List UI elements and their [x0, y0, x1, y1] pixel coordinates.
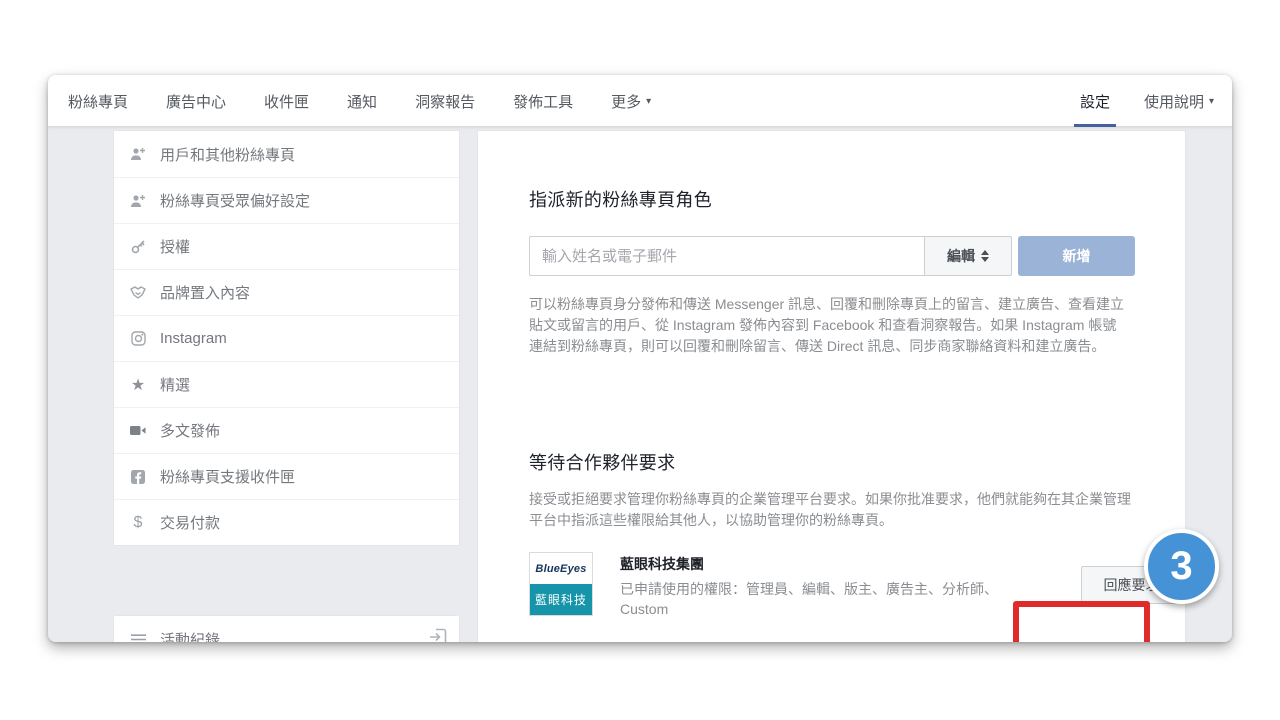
sidebar-item-authorizations[interactable]: 授權: [114, 223, 459, 269]
sidebar-item-activity-log[interactable]: 活動紀錄: [114, 616, 459, 642]
role-search-input[interactable]: [529, 236, 924, 276]
chevron-down-icon: ▾: [646, 96, 651, 107]
nav-item-notifications[interactable]: 通知: [347, 75, 377, 127]
annotation-step-badge: 3: [1144, 529, 1219, 604]
nav-item-publishing-tools[interactable]: 發佈工具: [513, 75, 573, 127]
role-dropdown-value: 編輯: [947, 246, 975, 266]
chevron-down-icon: ▾: [1209, 96, 1214, 107]
settings-active-indicator: [1074, 124, 1116, 127]
partner-requests-title: 等待合作夥伴要求: [529, 449, 675, 475]
nav-more-label: 更多: [611, 91, 641, 112]
sidebar-item-label: 交易付款: [160, 512, 220, 533]
sidebar-item-page-support-inbox[interactable]: 粉絲專頁支援收件匣: [114, 453, 459, 499]
facebook-settings-window: 粉絲專頁 廣告中心 收件匣 通知 洞察報告 發佈工具 更多 ▾ 設定 使用說明: [48, 75, 1232, 642]
sidebar-item-label: 粉絲專頁受眾偏好設定: [160, 190, 310, 211]
sidebar-item-label: 品牌置入內容: [160, 282, 250, 303]
assign-role-row: 編輯 新增: [529, 236, 1135, 276]
page-roles-panel: 指派新的粉絲專頁角色 編輯 新增 可以粉絲專頁身分發佈和傳送 Messenger…: [477, 130, 1186, 642]
sidebar-item-page-roles[interactable]: 用戶和其他粉絲專頁: [114, 131, 459, 177]
sidebar-item-label: 精選: [160, 374, 190, 395]
person-add-icon: [128, 147, 148, 161]
role-dropdown[interactable]: 編輯: [924, 236, 1012, 276]
sidebar-item-crossposting[interactable]: 多文發佈: [114, 407, 459, 453]
partner-requests-description: 接受或拒絕要求管理你粉絲專頁的企業管理平台要求。如果你批准要求，他們就能夠在其企…: [529, 489, 1133, 531]
sidebar-item-label: 用戶和其他粉絲專頁: [160, 144, 295, 165]
person-add-icon: [128, 194, 148, 208]
key-icon: [128, 239, 148, 254]
instagram-icon: [128, 331, 148, 346]
partner-logo: BlueEyes 藍眼科技: [529, 552, 593, 616]
annotation-step-number: 3: [1170, 544, 1192, 589]
nav-item-settings[interactable]: 設定: [1080, 75, 1110, 127]
list-icon: [128, 634, 148, 643]
sidebar-item-featured[interactable]: ★ 精選: [114, 361, 459, 407]
sidebar-item-label: 授權: [160, 236, 190, 257]
partner-logo-wordmark: BlueEyes: [530, 553, 592, 584]
sidebar-item-label: Instagram: [160, 330, 227, 347]
settings-content: 用戶和其他粉絲專頁 粉絲專頁受眾偏好設定 授權: [48, 127, 1232, 642]
sidebar-item-payments[interactable]: $ 交易付款: [114, 499, 459, 545]
top-nav-right: 設定 使用說明 ▾: [1080, 75, 1214, 127]
nav-item-insights[interactable]: 洞察報告: [415, 75, 475, 127]
sidebar-item-instagram[interactable]: Instagram: [114, 315, 459, 361]
page: 粉絲專頁 廣告中心 收件匣 通知 洞察報告 發佈工具 更多 ▾ 設定 使用說明: [0, 0, 1280, 720]
partner-info: 藍眼科技集團 已申請使用的權限：管理員、編輯、版主、廣告主、分析師、Custom: [620, 554, 1020, 619]
dollar-icon: $: [128, 514, 148, 532]
partner-name: 藍眼科技集團: [620, 554, 1020, 574]
handshake-icon: [128, 286, 148, 299]
sidebar-item-label: 多文發佈: [160, 420, 220, 441]
nav-settings-label: 設定: [1080, 91, 1110, 112]
sidebar-item-audience-preferences[interactable]: 粉絲專頁受眾偏好設定: [114, 177, 459, 223]
assign-roles-title: 指派新的粉絲專頁角色: [529, 186, 712, 212]
star-icon: ★: [128, 375, 148, 395]
sort-arrows-icon: [981, 250, 989, 262]
add-button[interactable]: 新增: [1018, 236, 1135, 276]
nav-item-help[interactable]: 使用說明 ▾: [1144, 75, 1214, 127]
open-in-icon: [429, 628, 447, 642]
nav-item-page[interactable]: 粉絲專頁: [68, 75, 128, 127]
nav-help-label: 使用說明: [1144, 91, 1204, 112]
top-nav: 粉絲專頁 廣告中心 收件匣 通知 洞察報告 發佈工具 更多 ▾ 設定 使用說明: [48, 75, 1232, 127]
sidebar-item-label: 活動紀錄: [160, 629, 220, 643]
top-nav-left: 粉絲專頁 廣告中心 收件匣 通知 洞察報告 發佈工具 更多 ▾: [68, 75, 651, 127]
settings-sidebar: 用戶和其他粉絲專頁 粉絲專頁受眾偏好設定 授權: [113, 130, 460, 546]
sidebar-item-label: 粉絲專頁支援收件匣: [160, 466, 295, 487]
annotation-highlight-box: [1013, 601, 1150, 642]
nav-item-ad-center[interactable]: 廣告中心: [166, 75, 226, 127]
nav-item-inbox[interactable]: 收件匣: [264, 75, 309, 127]
facebook-icon: [128, 470, 148, 484]
nav-item-more[interactable]: 更多 ▾: [611, 75, 651, 127]
assign-roles-description: 可以粉絲專頁身分發佈和傳送 Messenger 訊息、回覆和刪除專頁上的留言、建…: [529, 294, 1127, 357]
activity-log-card: 活動紀錄: [113, 615, 460, 642]
video-camera-icon: [128, 425, 148, 436]
partner-logo-caption: 藍眼科技: [530, 584, 592, 615]
sidebar-item-branded-content[interactable]: 品牌置入內容: [114, 269, 459, 315]
partner-permissions: 已申請使用的權限：管理員、編輯、版主、廣告主、分析師、Custom: [620, 579, 1020, 619]
